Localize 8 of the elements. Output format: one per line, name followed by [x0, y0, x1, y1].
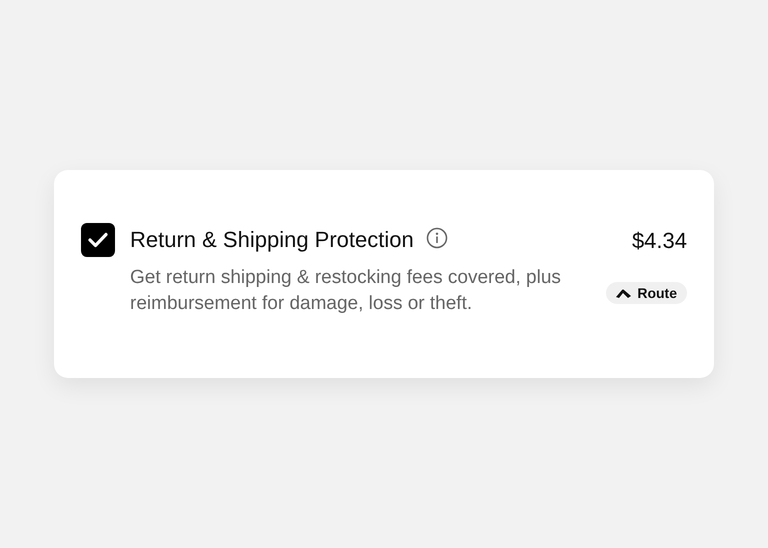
price: $4.34 [632, 226, 687, 254]
checkbox[interactable] [81, 223, 115, 257]
checkmark-icon [88, 232, 108, 248]
route-badge: Route [606, 282, 687, 304]
option-description: Get return shipping & restocking fees covered, plus reimbursement for damage, loss or theft. [130, 266, 562, 316]
route-logo-icon [616, 288, 632, 298]
option-title: Return & Shipping Protection [130, 229, 414, 251]
info-icon[interactable] [426, 227, 448, 249]
